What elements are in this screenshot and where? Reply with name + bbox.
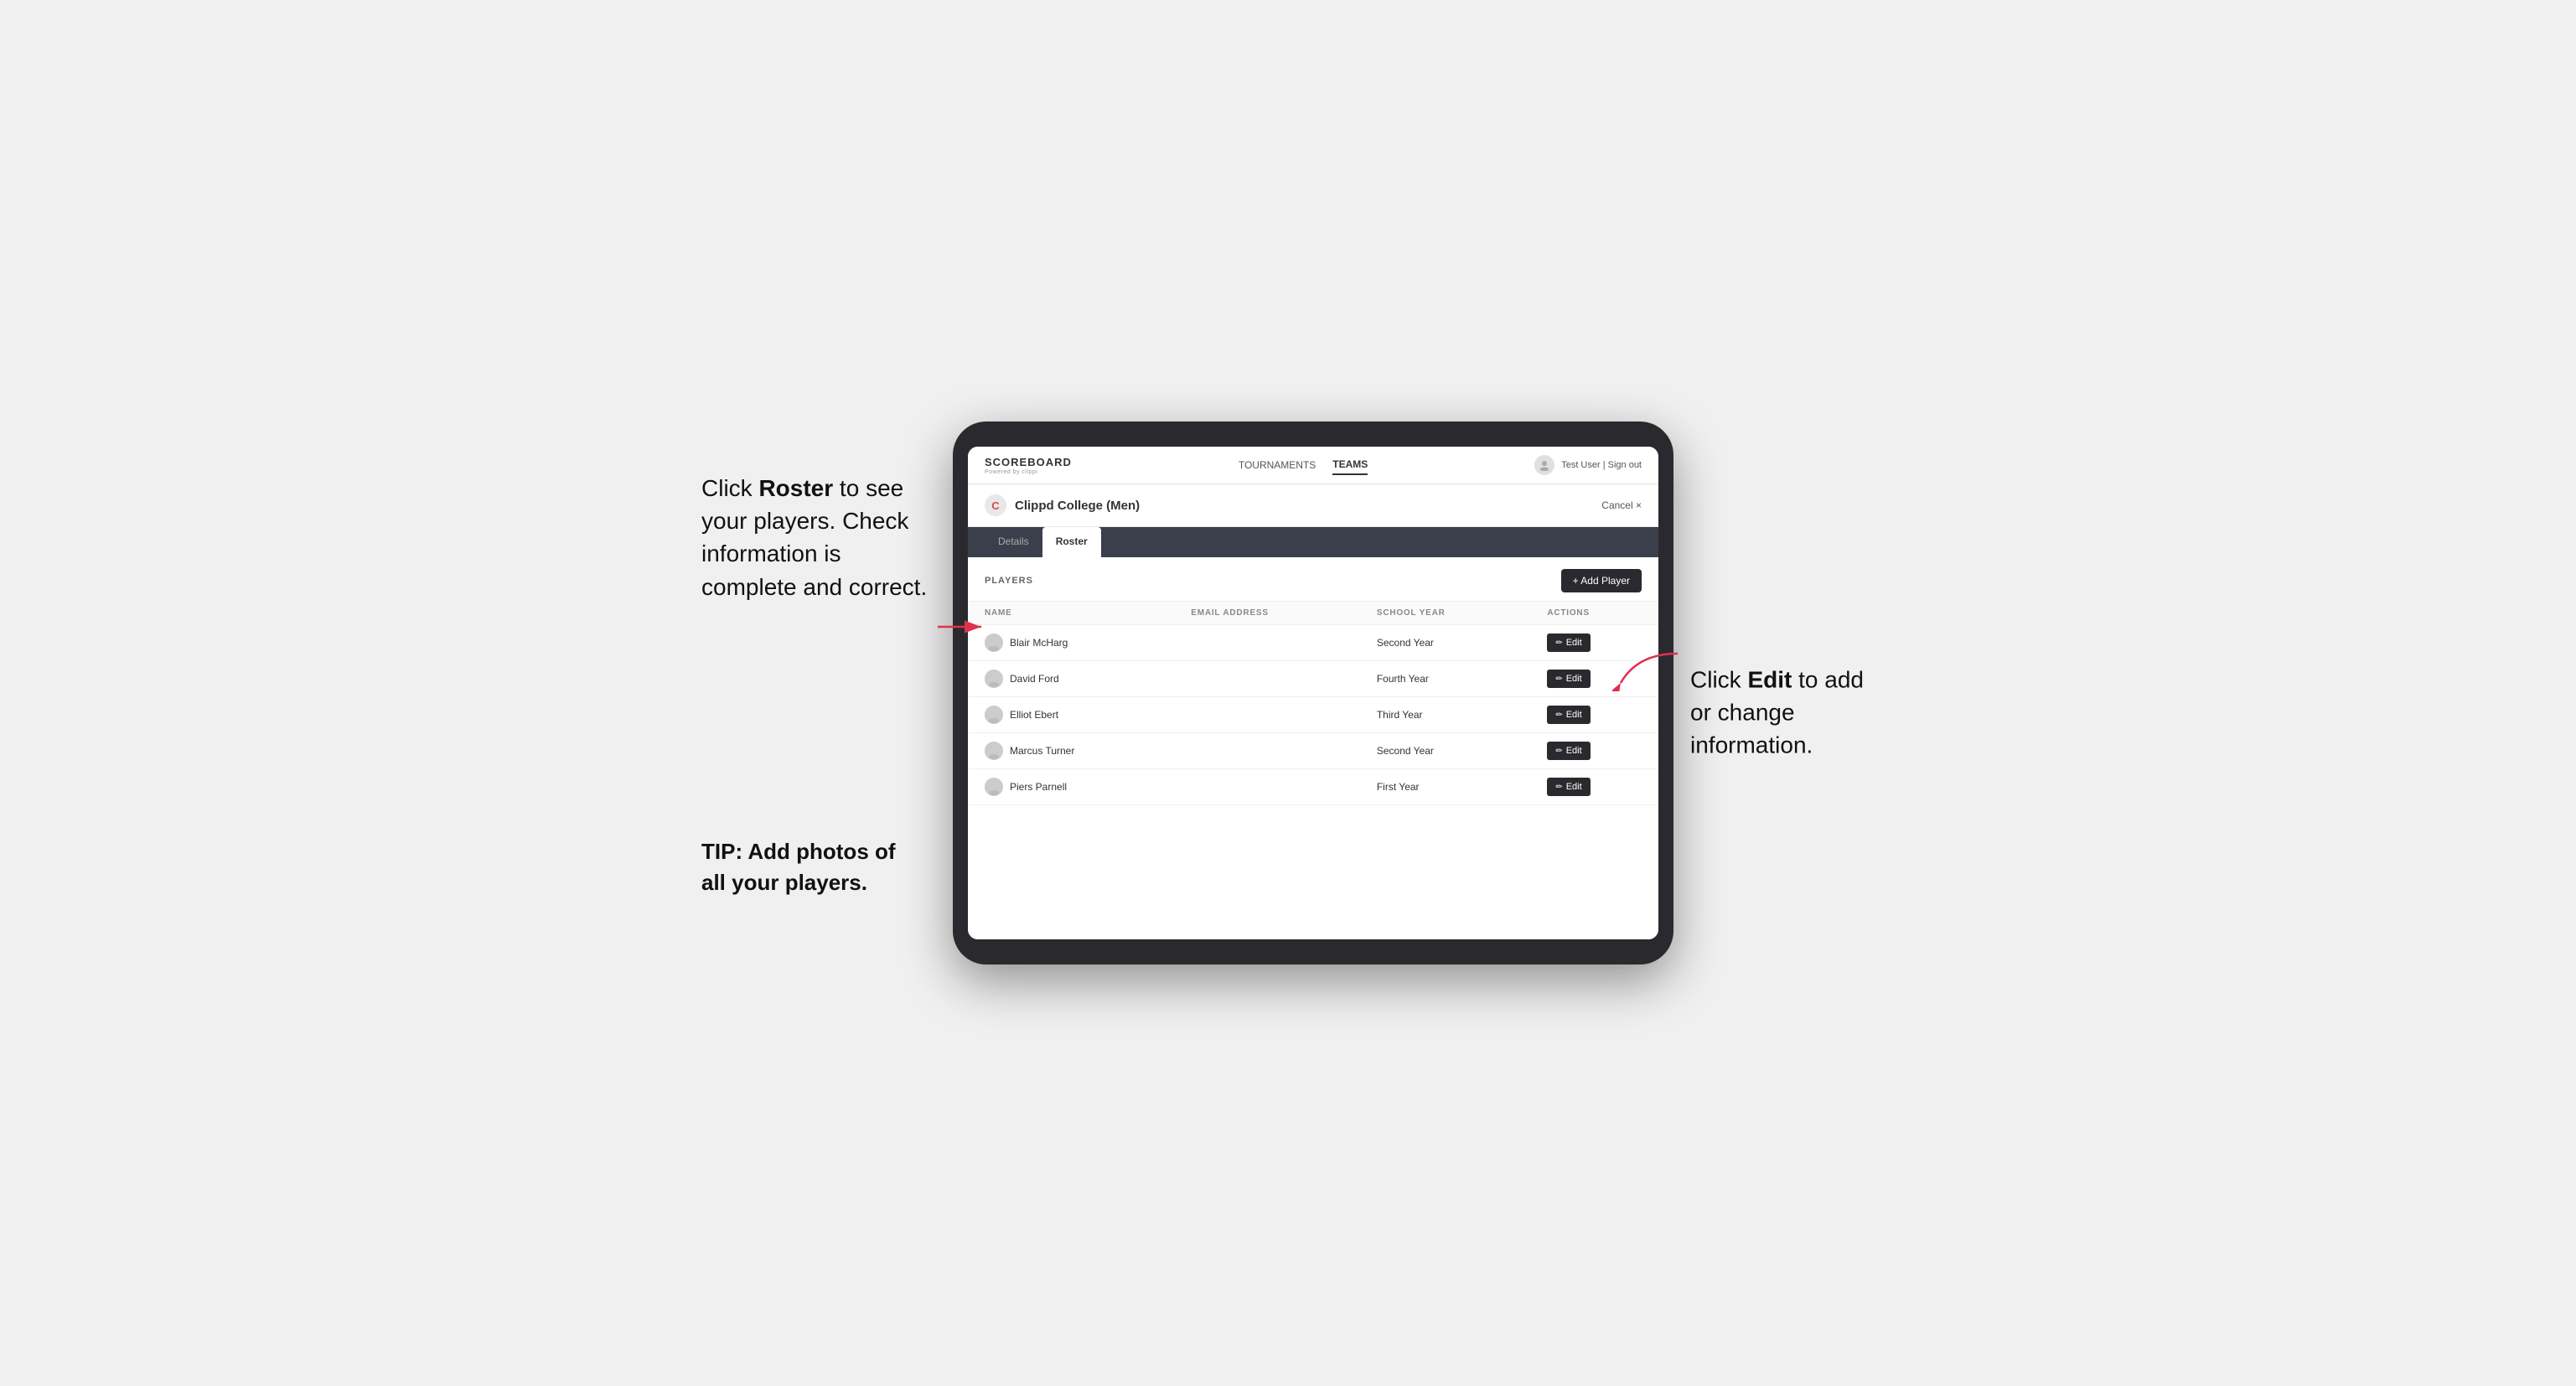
instruction-left: Click Roster to see your players. Check … bbox=[701, 472, 936, 603]
table-row: Piers Parnell First Year ✏ Edit bbox=[968, 769, 1658, 805]
col-name: NAME bbox=[968, 602, 1174, 625]
edit-button[interactable]: ✏ Edit bbox=[1547, 778, 1590, 796]
table-row: Blair McHarg Second Year ✏ Edit bbox=[968, 625, 1658, 661]
player-school-year: Second Year bbox=[1360, 733, 1530, 769]
arrow-right bbox=[1612, 649, 1679, 696]
pencil-icon: ✏ bbox=[1555, 783, 1562, 792]
players-label: PLAYERS bbox=[985, 576, 1033, 586]
user-avatar-icon bbox=[1534, 455, 1554, 475]
player-name: Marcus Turner bbox=[1010, 745, 1074, 757]
player-school-year: Fourth Year bbox=[1360, 661, 1530, 697]
nav-link-tournaments[interactable]: TOURNAMENTS bbox=[1239, 456, 1316, 474]
edit-button[interactable]: ✏ Edit bbox=[1547, 742, 1590, 760]
col-email: EMAIL ADDRESS bbox=[1174, 602, 1360, 625]
player-school-year: Third Year bbox=[1360, 697, 1530, 733]
player-avatar bbox=[985, 742, 1003, 760]
player-avatar bbox=[985, 778, 1003, 796]
player-email bbox=[1174, 661, 1360, 697]
team-icon: C bbox=[985, 494, 1006, 516]
table-row: David Ford Fourth Year ✏ Edit bbox=[968, 661, 1658, 697]
player-name-cell: Elliot Ebert bbox=[968, 697, 1174, 733]
brand-sub: Powered by clippi bbox=[985, 469, 1072, 475]
player-name: Elliot Ebert bbox=[1010, 709, 1058, 721]
player-email bbox=[1174, 769, 1360, 805]
nav-user: Test User | Sign out bbox=[1534, 455, 1642, 475]
table-row: Elliot Ebert Third Year ✏ Edit bbox=[968, 697, 1658, 733]
table-row: Marcus Turner Second Year ✏ Edit bbox=[968, 733, 1658, 769]
tab-roster[interactable]: Roster bbox=[1042, 527, 1101, 557]
player-email bbox=[1174, 625, 1360, 661]
brand-name: SCOREBOARD bbox=[985, 456, 1072, 468]
player-email bbox=[1174, 733, 1360, 769]
pencil-icon: ✏ bbox=[1555, 675, 1562, 684]
pencil-icon: ✏ bbox=[1555, 747, 1562, 756]
tablet-screen: SCOREBOARD Powered by clippi TOURNAMENTS… bbox=[968, 447, 1658, 939]
player-name-cell: Piers Parnell bbox=[968, 769, 1174, 805]
cancel-button[interactable]: Cancel × bbox=[1601, 499, 1642, 511]
col-school-year: SCHOOL YEAR bbox=[1360, 602, 1530, 625]
actions-cell: ✏ Edit bbox=[1530, 697, 1658, 733]
tab-bar: Details Roster bbox=[968, 527, 1658, 557]
edit-button[interactable]: ✏ Edit bbox=[1547, 670, 1590, 688]
nav-brand: SCOREBOARD Powered by clippi bbox=[985, 456, 1072, 475]
brand-logo: SCOREBOARD Powered by clippi bbox=[985, 456, 1072, 475]
player-avatar bbox=[985, 706, 1003, 724]
player-name: Blair McHarg bbox=[1010, 637, 1068, 649]
pencil-icon: ✏ bbox=[1555, 711, 1562, 720]
col-actions: ACTIONS bbox=[1530, 602, 1658, 625]
content-area: PLAYERS + Add Player NAME EMAIL ADDRESS … bbox=[968, 557, 1658, 939]
player-name-cell: Marcus Turner bbox=[968, 733, 1174, 769]
team-name-row: C Clippd College (Men) bbox=[985, 494, 1140, 516]
user-text: Test User | Sign out bbox=[1561, 460, 1642, 470]
nav-links: TOURNAMENTS TEAMS bbox=[1239, 455, 1368, 475]
player-name: Piers Parnell bbox=[1010, 781, 1067, 793]
edit-button[interactable]: ✏ Edit bbox=[1547, 634, 1590, 652]
edit-button[interactable]: ✏ Edit bbox=[1547, 706, 1590, 724]
player-avatar bbox=[985, 670, 1003, 688]
pencil-icon: ✏ bbox=[1555, 639, 1562, 648]
nav-link-teams[interactable]: TEAMS bbox=[1332, 455, 1368, 475]
team-name: Clippd College (Men) bbox=[1015, 499, 1140, 513]
empty-space bbox=[968, 805, 1658, 939]
player-name-cell: David Ford bbox=[968, 661, 1174, 697]
tip-text: TIP: Add photos ofall your players. bbox=[701, 836, 936, 897]
add-player-button[interactable]: + Add Player bbox=[1561, 569, 1642, 592]
player-email bbox=[1174, 697, 1360, 733]
player-school-year: Second Year bbox=[1360, 625, 1530, 661]
tablet-frame: SCOREBOARD Powered by clippi TOURNAMENTS… bbox=[953, 421, 1673, 965]
players-header: PLAYERS + Add Player bbox=[968, 557, 1658, 602]
player-school-year: First Year bbox=[1360, 769, 1530, 805]
team-header: C Clippd College (Men) Cancel × bbox=[968, 484, 1658, 527]
arrow-left bbox=[938, 614, 988, 644]
actions-cell: ✏ Edit bbox=[1530, 733, 1658, 769]
tab-details[interactable]: Details bbox=[985, 527, 1042, 557]
actions-cell: ✏ Edit bbox=[1530, 769, 1658, 805]
nav-bar: SCOREBOARD Powered by clippi TOURNAMENTS… bbox=[968, 447, 1658, 484]
player-name-cell: Blair McHarg bbox=[968, 625, 1174, 661]
player-name: David Ford bbox=[1010, 673, 1059, 685]
instruction-right: Click Edit to add or change information. bbox=[1690, 664, 1875, 763]
players-table: NAME EMAIL ADDRESS SCHOOL YEAR ACTIONS bbox=[968, 602, 1658, 805]
